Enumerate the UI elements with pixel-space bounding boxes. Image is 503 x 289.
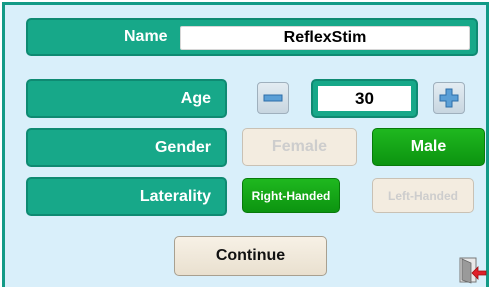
continue-button[interactable]: Continue: [174, 236, 327, 276]
name-label: Name: [124, 28, 168, 45]
left-handed-button[interactable]: Left-Handed: [372, 178, 474, 213]
right-handed-button[interactable]: Right-Handed: [242, 178, 340, 213]
name-row: Name ReflexStim: [26, 18, 478, 56]
name-input[interactable]: ReflexStim: [180, 26, 470, 50]
plus-icon: [439, 88, 459, 108]
gender-male-button[interactable]: Male: [372, 128, 485, 166]
laterality-label-panel: Laterality: [26, 177, 227, 216]
age-value: 30: [318, 86, 411, 111]
exit-door-icon[interactable]: [458, 256, 488, 284]
age-decrement-button[interactable]: [257, 82, 289, 114]
minus-icon: [263, 94, 283, 102]
age-increment-button[interactable]: [433, 82, 465, 114]
age-field[interactable]: 30: [311, 79, 418, 118]
gender-female-button[interactable]: Female: [242, 128, 357, 166]
age-label: Age: [180, 89, 211, 107]
gender-label: Gender: [154, 138, 211, 156]
age-label-panel: Age: [26, 79, 227, 118]
gender-label-panel: Gender: [26, 128, 227, 167]
laterality-label: Laterality: [139, 187, 211, 205]
